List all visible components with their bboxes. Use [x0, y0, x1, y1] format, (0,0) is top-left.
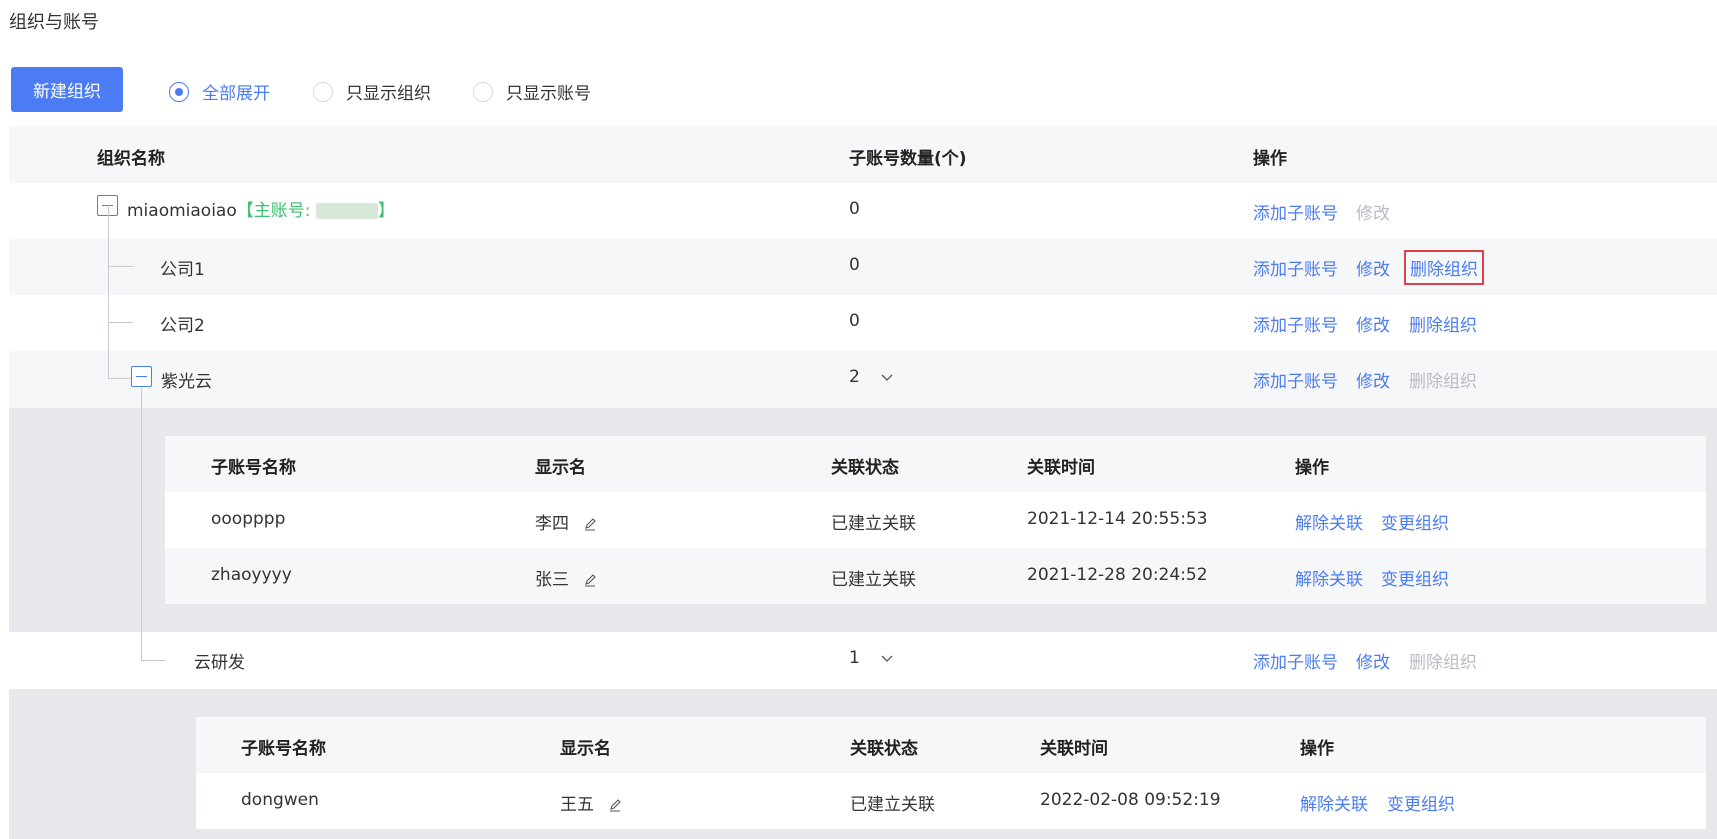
sub-account-name: dongwen [241, 790, 319, 810]
tree-line [108, 322, 133, 323]
display-name: 王五 [560, 790, 622, 815]
tree-line [108, 266, 133, 267]
table-row: 紫光云 2 添加子账号 修改 删除组织 [9, 351, 1717, 408]
col-header-sub-name: 子账号名称 [241, 739, 326, 759]
main-table-header: 组织名称 子账号数量(个) 操作 [9, 126, 1717, 183]
add-sub-account-link[interactable]: 添加子账号 [1253, 255, 1338, 280]
sub-table-header: 子账号名称 显示名 关联状态 关联时间 操作 [165, 436, 1706, 492]
col-header-sub-name: 子账号名称 [211, 458, 296, 478]
add-sub-account-link[interactable]: 添加子账号 [1253, 199, 1338, 224]
radio-label: 只显示账号 [506, 84, 591, 104]
link-time: 2021-12-14 20:55:53 [1027, 509, 1208, 529]
sub-account-count: 0 [849, 199, 860, 219]
tree-line [108, 205, 109, 378]
org-name: 公司2 [160, 316, 205, 336]
col-header-status: 关联状态 [831, 458, 899, 478]
tree-line [108, 378, 131, 379]
org-name: 云研发 [194, 653, 245, 673]
edit-link[interactable]: 修改 [1356, 255, 1390, 280]
table-row-root: miaomiaoiao【主账号: 】 0 添加子账号 修改 [9, 183, 1717, 239]
col-header-ops: 操作 [1253, 149, 1287, 169]
link-status: 已建立关联 [831, 514, 916, 534]
chevron-down-icon [881, 374, 893, 381]
add-sub-account-link[interactable]: 添加子账号 [1253, 311, 1338, 336]
table-row: 公司2 0 添加子账号 修改 删除组织 [9, 295, 1717, 351]
display-name: 张三 [535, 565, 597, 590]
edit-pen-icon[interactable] [583, 573, 597, 587]
delete-org-link[interactable]: 删除组织 [1404, 250, 1484, 285]
edit-pen-icon[interactable] [608, 798, 622, 812]
unlink-link[interactable]: 解除关联 [1295, 509, 1363, 534]
sub-account-count[interactable]: 2 [849, 367, 894, 387]
radio-show-orgs[interactable]: 只显示组织 [313, 79, 431, 104]
col-header-ops: 操作 [1300, 739, 1334, 759]
org-name: 公司1 [160, 260, 205, 280]
link-status: 已建立关联 [850, 795, 935, 815]
table-row: 公司1 0 添加子账号 修改 删除组织 [9, 239, 1717, 295]
display-name: 李四 [535, 509, 597, 534]
change-org-link[interactable]: 变更组织 [1387, 790, 1455, 815]
unlink-link[interactable]: 解除关联 [1300, 790, 1368, 815]
radio-unchecked-icon [473, 81, 493, 102]
col-header-ops: 操作 [1295, 458, 1329, 478]
col-header-display: 显示名 [535, 458, 586, 478]
primary-account-label: 【主账号: 】 [236, 201, 395, 221]
sub-account-count: 0 [849, 311, 860, 331]
sub-table-header: 子账号名称 显示名 关联状态 关联时间 操作 [196, 717, 1706, 773]
col-header-org-name: 组织名称 [97, 149, 165, 169]
sub-account-name: zhaoyyyy [211, 565, 292, 585]
radio-label: 全部展开 [202, 84, 270, 104]
org-name: miaomiaoiao【主账号: 】 [127, 201, 395, 221]
link-time: 2021-12-28 20:24:52 [1027, 565, 1208, 585]
radio-expand-all[interactable]: 全部展开 [169, 79, 270, 104]
chevron-down-icon [881, 655, 893, 662]
link-status: 已建立关联 [831, 570, 916, 590]
masked-account [315, 203, 378, 219]
collapse-icon[interactable] [131, 366, 152, 387]
radio-unchecked-icon [313, 81, 333, 102]
sub-table-row: dongwen 王五 已建立关联 2022-02-08 09:52:19 解除关… [196, 773, 1706, 829]
sub-table-row: zhaoyyyy 张三 已建立关联 2021-12-28 20:24:52 解除… [165, 548, 1706, 604]
edit-link[interactable]: 修改 [1356, 199, 1390, 224]
add-sub-account-link[interactable]: 添加子账号 [1253, 648, 1338, 673]
col-header-status: 关联状态 [850, 739, 918, 759]
radio-checked-icon [169, 81, 189, 102]
page-title: 组织与账号 [9, 12, 99, 33]
table-row: 云研发 1 添加子账号 修改 删除组织 [9, 632, 1717, 689]
tree-line [141, 660, 166, 661]
edit-link[interactable]: 修改 [1356, 311, 1390, 336]
sub-account-name: ooopppp [211, 509, 286, 529]
delete-org-link[interactable]: 删除组织 [1409, 311, 1477, 336]
col-header-display: 显示名 [560, 739, 611, 759]
edit-pen-icon[interactable] [583, 517, 597, 531]
unlink-link[interactable]: 解除关联 [1295, 565, 1363, 590]
delete-org-link[interactable]: 删除组织 [1409, 367, 1477, 392]
tree-line [141, 388, 142, 660]
add-sub-account-link[interactable]: 添加子账号 [1253, 367, 1338, 392]
radio-show-accounts[interactable]: 只显示账号 [473, 79, 591, 104]
radio-label: 只显示组织 [346, 84, 431, 104]
col-header-time: 关联时间 [1027, 458, 1095, 478]
sub-account-count: 0 [849, 255, 860, 275]
col-header-time: 关联时间 [1040, 739, 1108, 759]
new-org-button[interactable]: 新建组织 [11, 67, 123, 112]
sub-table-row: ooopppp 李四 已建立关联 2021-12-14 20:55:53 解除关… [165, 492, 1706, 548]
link-time: 2022-02-08 09:52:19 [1040, 790, 1221, 810]
col-header-count: 子账号数量(个) [849, 149, 967, 169]
edit-link[interactable]: 修改 [1356, 648, 1390, 673]
delete-org-link[interactable]: 删除组织 [1409, 648, 1477, 673]
change-org-link[interactable]: 变更组织 [1381, 509, 1449, 534]
change-org-link[interactable]: 变更组织 [1381, 565, 1449, 590]
org-name: 紫光云 [161, 372, 212, 392]
edit-link[interactable]: 修改 [1356, 367, 1390, 392]
sub-account-count[interactable]: 1 [849, 648, 894, 668]
